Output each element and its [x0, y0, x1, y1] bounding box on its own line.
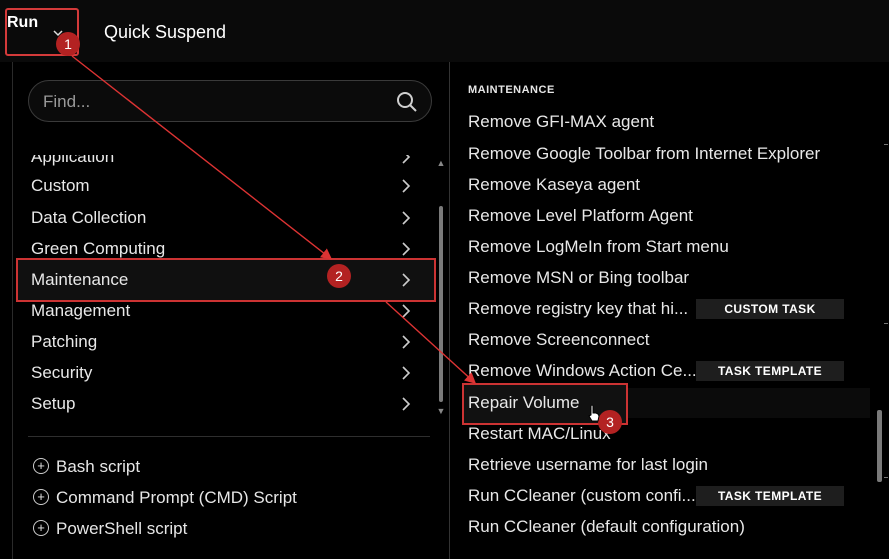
scroll-up-arrow-icon[interactable]: ▲ — [436, 158, 446, 168]
plus-circle-icon: + — [33, 457, 49, 474]
add-powershell-script[interactable]: + PowerShell script — [33, 518, 187, 540]
script-item[interactable]: Remove GFI-MAX agent — [468, 111, 654, 133]
category-setup[interactable]: Setup — [31, 393, 75, 415]
script-item-repair-volume[interactable]: Repair Volume — [468, 392, 580, 414]
category-management[interactable]: Management — [31, 300, 130, 322]
run-label: Run — [7, 14, 39, 31]
script-item[interactable]: Remove Google Toolbar from Internet Expl… — [468, 143, 820, 165]
annotation-marker-2: 2 — [327, 264, 351, 288]
script-item[interactable]: Restart MAC/Linux — [468, 423, 611, 445]
chevron-right-icon — [402, 211, 411, 225]
search-icon[interactable] — [395, 90, 419, 114]
hand-cursor-icon — [588, 404, 600, 422]
plus-circle-icon: + — [33, 488, 49, 505]
category-security[interactable]: Security — [31, 362, 92, 384]
chevron-right-icon — [402, 397, 411, 411]
script-item[interactable]: Remove Kaseya agent — [468, 174, 640, 196]
category-scrollbar[interactable]: ▲ ▼ — [436, 152, 446, 422]
add-cmd-script[interactable]: + Command Prompt (CMD) Script — [33, 487, 297, 509]
chevron-right-icon — [402, 304, 411, 318]
script-list-scrollbar[interactable] — [874, 108, 884, 548]
script-item[interactable]: Remove LogMeIn from Start menu — [468, 236, 729, 258]
script-item[interactable]: Retrieve username for last login — [468, 454, 708, 476]
script-item[interactable]: Remove Windows Action Ce... — [468, 360, 697, 382]
edge-mark — [884, 323, 888, 324]
script-item[interactable]: Remove registry key that hi... — [468, 298, 688, 320]
search-input[interactable] — [41, 89, 385, 115]
task-template-badge: TASK TEMPLATE — [696, 361, 844, 381]
plus-circle-icon: + — [33, 519, 49, 536]
category-patching[interactable]: Patching — [31, 331, 97, 353]
scroll-down-arrow-icon[interactable]: ▼ — [436, 406, 446, 416]
script-item[interactable]: Remove Level Platform Agent — [468, 205, 693, 227]
script-item[interactable]: Remove Screenconnect — [468, 329, 649, 351]
scrollbar-thumb[interactable] — [439, 206, 443, 402]
edge-mark — [884, 477, 888, 478]
chevron-right-icon — [402, 366, 411, 380]
script-item[interactable]: Run CCleaner (custom confi... — [468, 485, 696, 507]
section-title: MAINTENANCE — [468, 84, 555, 96]
category-data-collection[interactable]: Data Collection — [31, 207, 146, 229]
script-item[interactable]: Remove MSN or Bing toolbar — [468, 267, 689, 289]
scrollbar-thumb[interactable] — [877, 410, 882, 482]
chevron-right-icon — [402, 179, 411, 193]
category-custom[interactable]: Custom — [31, 175, 90, 197]
chevron-right-icon — [402, 273, 411, 287]
task-template-badge: TASK TEMPLATE — [696, 486, 844, 506]
search-box — [28, 80, 432, 122]
category-maintenance[interactable]: Maintenance — [31, 269, 128, 291]
add-bash-script[interactable]: + Bash script — [33, 456, 140, 478]
custom-task-badge: CUSTOM TASK — [696, 299, 844, 319]
hover-row-background — [628, 388, 870, 418]
annotation-marker-1: 1 — [56, 32, 80, 56]
category-green-computing[interactable]: Green Computing — [31, 238, 165, 260]
edge-mark — [884, 144, 888, 145]
chevron-right-icon — [402, 335, 411, 349]
chevron-right-icon — [402, 242, 411, 256]
script-item[interactable]: Run CCleaner (default configuration) — [468, 516, 745, 538]
add-cmd-script-label: Command Prompt (CMD) Script — [56, 488, 297, 507]
quick-suspend-button[interactable]: Quick Suspend — [104, 22, 226, 43]
divider — [28, 436, 430, 437]
add-powershell-script-label: PowerShell script — [56, 519, 188, 538]
add-bash-script-label: Bash script — [56, 457, 141, 476]
